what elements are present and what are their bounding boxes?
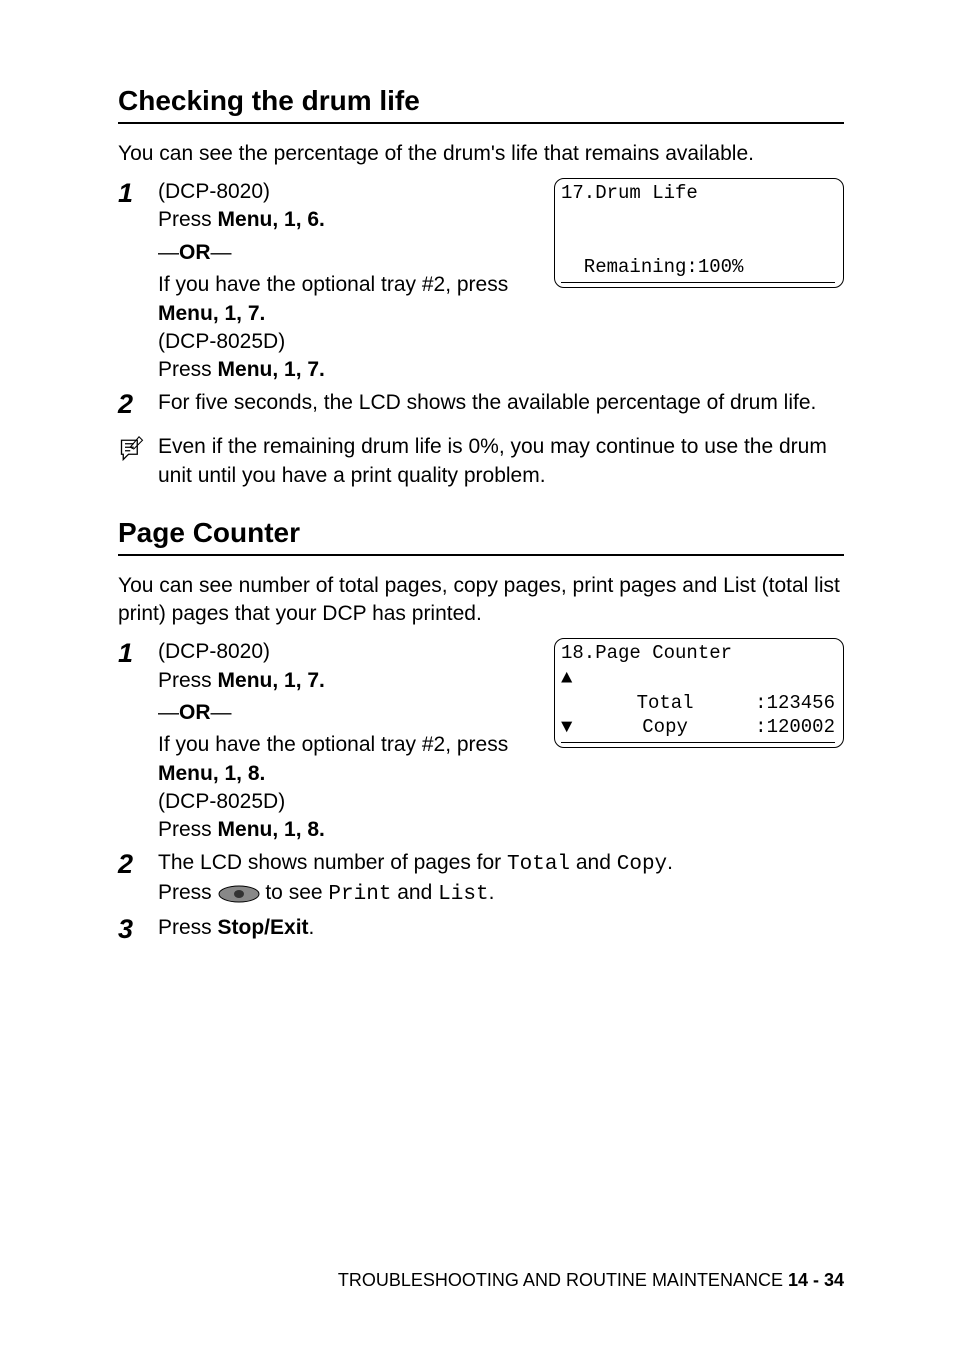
- step-1-counter: 1 (DCP-8020) Press Menu, 1, 7. —OR— If y…: [118, 638, 844, 844]
- up-arrow-icon: ▲: [561, 666, 575, 691]
- step-2-counter-body: The LCD shows number of pages for Total …: [158, 849, 844, 910]
- step-1-drum-body: (DCP-8020) Press Menu, 1, 6. —OR— If you…: [158, 178, 532, 384]
- step-number: 3: [118, 914, 158, 945]
- step-1-drum: 1 (DCP-8020) Press Menu, 1, 6. —OR— If y…: [118, 178, 844, 384]
- intro-page-counter: You can see number of total pages, copy …: [118, 572, 844, 629]
- down-arrow-icon: ▼: [561, 715, 575, 740]
- press-line: Press Menu, 1, 8.: [158, 816, 532, 844]
- note-icon: [118, 433, 146, 471]
- tray-line: If you have the optional tray #2, press …: [158, 271, 532, 328]
- step-number: 1: [118, 178, 158, 209]
- page-footer: TROUBLESHOOTING AND ROUTINE MAINTENANCE …: [0, 1268, 844, 1292]
- note-drum: Even if the remaining drum life is 0%, y…: [118, 433, 844, 490]
- step-2-counter: 2 The LCD shows number of pages for Tota…: [118, 849, 844, 910]
- model-label: (DCP-8020): [158, 638, 532, 666]
- heading-drum-life: Checking the drum life: [118, 82, 844, 124]
- step-number: 2: [118, 849, 158, 880]
- step-3-counter: 3 Press Stop/Exit.: [118, 914, 844, 945]
- note-body: Even if the remaining drum life is 0%, y…: [158, 433, 844, 490]
- heading-page-counter: Page Counter: [118, 514, 844, 556]
- or-separator: —OR—: [158, 699, 532, 727]
- press-line: Press Menu, 1, 6.: [158, 206, 532, 234]
- tray-line: If you have the optional tray #2, press …: [158, 731, 532, 788]
- step-number: 1: [118, 638, 158, 669]
- model-label: (DCP-8020): [158, 178, 532, 206]
- nav-oval-icon: [218, 879, 260, 907]
- step-1-counter-body: (DCP-8020) Press Menu, 1, 7. —OR— If you…: [158, 638, 532, 844]
- or-separator: —OR—: [158, 239, 532, 267]
- press-line: Press Menu, 1, 7.: [158, 356, 532, 384]
- step-2-drum-body: For five seconds, the LCD shows the avai…: [158, 389, 844, 417]
- step-3-counter-body: Press Stop/Exit.: [158, 914, 844, 942]
- press-line: Press Menu, 1, 7.: [158, 667, 532, 695]
- model-label: (DCP-8025D): [158, 328, 532, 356]
- step-number: 2: [118, 389, 158, 420]
- step-2-drum: 2 For five seconds, the LCD shows the av…: [118, 389, 844, 420]
- model-label: (DCP-8025D): [158, 788, 532, 816]
- lcd-drum-life: 17.Drum Life Remaining:100%: [554, 178, 844, 288]
- intro-drum-life: You can see the percentage of the drum's…: [118, 140, 844, 168]
- lcd-page-counter: 18.Page Counter▲Total:123456▼Copy:120002: [554, 638, 844, 748]
